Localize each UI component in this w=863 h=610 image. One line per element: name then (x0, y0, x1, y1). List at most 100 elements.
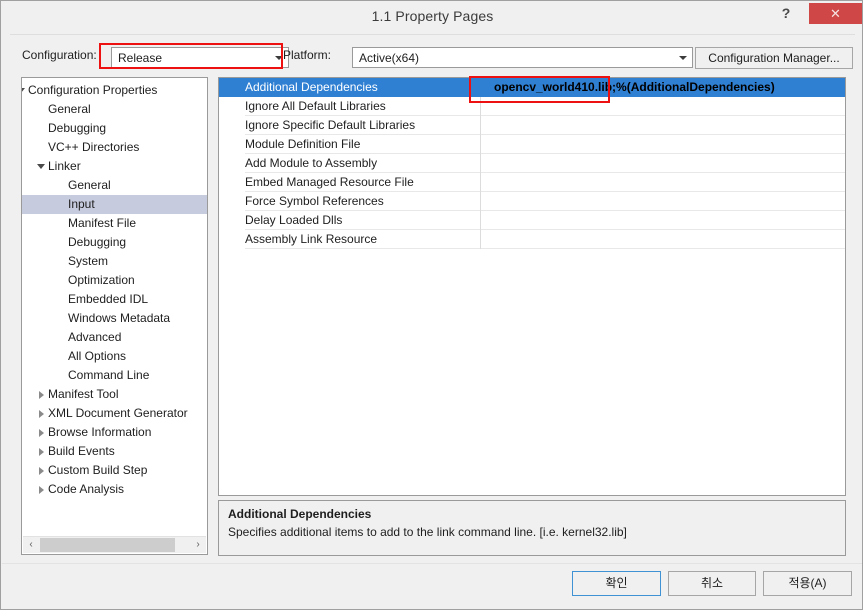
tree-item-build-events[interactable]: Build Events (22, 442, 207, 461)
column-divider (480, 116, 481, 135)
property-name: Delay Loaded Dlls (245, 211, 342, 230)
description-title: Additional Dependencies (228, 507, 371, 521)
chevron-expanded-icon[interactable] (34, 157, 48, 176)
tree-item-all-options[interactable]: All Options (22, 347, 207, 366)
tree-item-code-analysis[interactable]: Code Analysis (22, 480, 207, 499)
description-text: Specifies additional items to add to the… (228, 525, 627, 539)
tree-item-advanced[interactable]: Advanced (22, 328, 207, 347)
tree-item-label: Debugging (68, 233, 126, 252)
tree-item-label: Browse Information (48, 423, 151, 442)
chevron-collapsed-icon[interactable] (34, 442, 48, 461)
tree-item-manifest-file[interactable]: Manifest File (22, 214, 207, 233)
tree-item-label: Custom Build Step (48, 461, 147, 480)
chevron-collapsed-icon[interactable] (34, 404, 48, 423)
property-name: Assembly Link Resource (245, 230, 377, 249)
description-pane: Additional Dependencies Specifies additi… (218, 500, 846, 556)
column-divider (480, 230, 481, 249)
column-divider (480, 192, 481, 211)
tree-item-input[interactable]: Input (22, 195, 207, 214)
tree-item-browse-information[interactable]: Browse Information (22, 423, 207, 442)
tree-item-xml-document-generator[interactable]: XML Document Generator (22, 404, 207, 423)
scroll-right-icon[interactable]: › (190, 537, 206, 553)
property-name: Ignore All Default Libraries (245, 97, 386, 116)
tree-item-label: XML Document Generator (48, 404, 188, 423)
tree-item-label: Optimization (68, 271, 135, 290)
tree-item-command-line[interactable]: Command Line (22, 366, 207, 385)
property-row[interactable]: Ignore All Default Libraries (219, 97, 845, 116)
tree-item-manifest-tool[interactable]: Manifest Tool (22, 385, 207, 404)
property-pages-dialog: 1.1 Property Pages ? ✕ Configuration: Re… (0, 0, 863, 610)
property-row[interactable]: Force Symbol References (219, 192, 845, 211)
tree-item-general[interactable]: General (22, 176, 207, 195)
ok-button[interactable]: 확인 (572, 571, 661, 596)
property-name: Additional Dependencies (245, 78, 378, 97)
tree-item-label: System (68, 252, 108, 271)
help-question-icon[interactable]: ? (772, 2, 800, 24)
property-name: Ignore Specific Default Libraries (245, 116, 415, 135)
platform-value: Active(x64) (359, 51, 419, 65)
tree-item-system[interactable]: System (22, 252, 207, 271)
tree-item-optimization[interactable]: Optimization (22, 271, 207, 290)
column-divider (480, 173, 481, 192)
property-value-editor[interactable]: opencv_world410.lib;%(AdditionalDependen… (480, 78, 845, 97)
tree-item-label: Debugging (48, 119, 106, 138)
properties-tree[interactable]: Configuration PropertiesGeneralDebugging… (22, 81, 207, 537)
property-row[interactable]: Assembly Link Resource (219, 230, 845, 249)
configuration-label: Configuration: (22, 48, 97, 62)
configuration-manager-button[interactable]: Configuration Manager... (695, 47, 853, 69)
configuration-toolbar: Configuration: Release Platform: Active(… (10, 34, 855, 73)
window-title: 1.1 Property Pages (1, 8, 863, 24)
property-row[interactable]: Ignore Specific Default Libraries (219, 116, 845, 135)
tree-item-label: Build Events (48, 442, 115, 461)
platform-select[interactable]: Active(x64) (352, 47, 693, 68)
tree-item-windows-metadata[interactable]: Windows Metadata (22, 309, 207, 328)
footer-divider (2, 563, 862, 564)
property-row[interactable]: Embed Managed Resource File (219, 173, 845, 192)
property-name: Force Symbol References (245, 192, 384, 211)
tree-item-label: All Options (68, 347, 126, 366)
property-row[interactable]: Module Definition File (219, 135, 845, 154)
tree-item-label: Input (68, 195, 95, 214)
chevron-collapsed-icon[interactable] (34, 480, 48, 499)
cancel-button[interactable]: 취소 (668, 571, 756, 596)
column-divider (480, 154, 481, 173)
tree-item-label: Windows Metadata (68, 309, 170, 328)
tree-item-label: General (68, 176, 111, 195)
column-divider (480, 97, 481, 116)
property-grid: Additional Dependencies opencv_world410.l… (218, 77, 846, 496)
tree-horizontal-scrollbar[interactable]: ‹ › (23, 536, 206, 553)
tree-item-label: General (48, 100, 91, 119)
chevron-collapsed-icon[interactable] (34, 461, 48, 480)
chevron-collapsed-icon[interactable] (34, 423, 48, 442)
tree-item-configuration-properties[interactable]: Configuration Properties (22, 81, 207, 100)
scroll-left-icon[interactable]: ‹ (23, 537, 39, 553)
tree-item-label: Configuration Properties (28, 81, 157, 100)
apply-button[interactable]: 적용(A) (763, 571, 852, 596)
tree-item-custom-build-step[interactable]: Custom Build Step (22, 461, 207, 480)
tree-item-linker[interactable]: Linker (22, 157, 207, 176)
tree-item-embedded-idl[interactable]: Embedded IDL (22, 290, 207, 309)
column-divider (480, 211, 481, 230)
configuration-select[interactable]: Release (111, 47, 289, 68)
property-name: Embed Managed Resource File (245, 173, 414, 192)
property-name: Module Definition File (245, 135, 360, 154)
property-row[interactable]: Add Module to Assembly (219, 154, 845, 173)
chevron-collapsed-icon[interactable] (34, 385, 48, 404)
tree-item-label: Code Analysis (48, 480, 124, 499)
title-bar: 1.1 Property Pages ? ✕ (1, 1, 863, 31)
tree-item-general[interactable]: General (22, 100, 207, 119)
property-row[interactable]: Delay Loaded Dlls (219, 211, 845, 230)
tree-item-debugging[interactable]: Debugging (22, 233, 207, 252)
scrollbar-thumb[interactable] (40, 538, 175, 552)
tree-item-debugging[interactable]: Debugging (22, 119, 207, 138)
close-button[interactable]: ✕ (809, 3, 862, 24)
chevron-down-icon (673, 48, 692, 67)
column-divider (480, 135, 481, 154)
tree-item-vc-directories[interactable]: VC++ Directories (22, 138, 207, 157)
tree-item-label: Embedded IDL (68, 290, 148, 309)
properties-tree-panel: Configuration PropertiesGeneralDebugging… (21, 77, 208, 555)
tree-item-label: Command Line (68, 366, 149, 385)
close-icon: ✕ (830, 3, 841, 24)
property-row[interactable]: Additional Dependencies opencv_world410.l… (219, 78, 845, 97)
tree-item-label: Advanced (68, 328, 121, 347)
